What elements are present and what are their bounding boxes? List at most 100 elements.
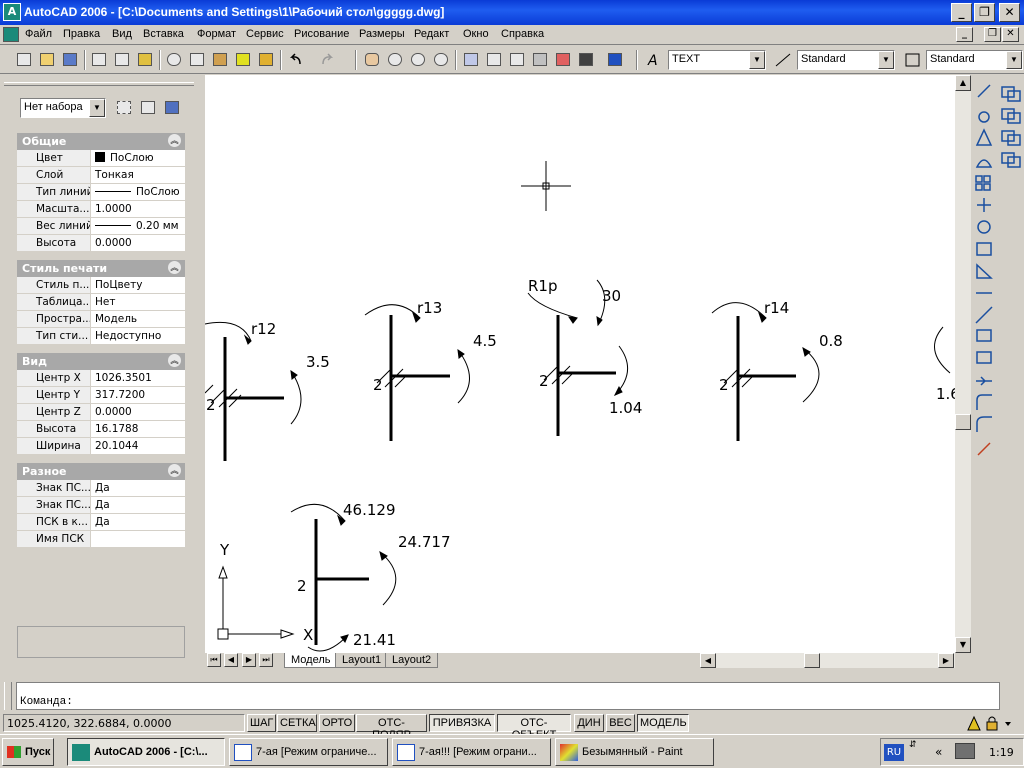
property-row[interactable]: Цвет ПоСлою <box>17 150 185 167</box>
menu-edit[interactable]: Правка <box>63 28 100 40</box>
tab-prev-button[interactable]: ◀ <box>224 653 238 667</box>
scroll-thumb[interactable] <box>955 414 971 430</box>
collapse-icon[interactable]: ︽ <box>168 354 181 367</box>
select-objects-icon[interactable] <box>138 98 158 118</box>
property-row[interactable]: Знак ПС... Да <box>17 497 185 514</box>
property-value[interactable]: 317.7200 <box>92 387 185 403</box>
toggle-dyn[interactable]: ДИН <box>574 714 604 732</box>
property-value[interactable]: ПоСлою <box>92 184 185 200</box>
property-row[interactable]: Таблица... Нет <box>17 294 185 311</box>
task-autocad[interactable]: AutoCAD 2006 - [C:\... <box>67 738 225 766</box>
group-header[interactable]: Стиль печати ︽ <box>17 260 185 277</box>
tray-expand-icon[interactable]: « <box>935 745 942 759</box>
tab-model[interactable]: Модель <box>284 653 338 668</box>
publish-icon[interactable] <box>135 50 155 70</box>
close-button[interactable]: ✕ <box>999 3 1020 22</box>
property-value[interactable]: Модель <box>92 311 185 327</box>
dim-style-icon[interactable] <box>773 50 793 70</box>
toggle-snap[interactable]: ШАГ <box>247 714 276 732</box>
property-row[interactable]: Высота 16.1788 <box>17 421 185 438</box>
property-value[interactable]: 1026.3501 <box>92 370 185 386</box>
property-row[interactable]: Стиль п... ПоЦвету <box>17 277 185 294</box>
tab-layout2[interactable]: Layout2 <box>385 653 439 668</box>
markup-icon[interactable] <box>553 50 573 70</box>
collapse-icon[interactable]: ︽ <box>168 261 181 274</box>
property-value[interactable]: 16.1788 <box>92 421 185 437</box>
doc-restore-button[interactable]: ❐ <box>984 27 1001 42</box>
menu-help[interactable]: Справка <box>501 28 544 40</box>
property-value[interactable]: Да <box>92 514 185 530</box>
property-value[interactable]: Тонкая <box>92 167 185 183</box>
property-row[interactable]: Высота 0.0000 <box>17 235 185 252</box>
menu-view[interactable]: Вид <box>112 28 132 40</box>
task-doc-2[interactable]: 7-ая!!! [Режим ограни... <box>392 738 551 766</box>
copy-icon[interactable] <box>187 50 207 70</box>
property-row[interactable]: Тип сти... Недоступно <box>17 328 185 345</box>
horizontal-scrollbar[interactable]: ◀ ▶ <box>700 653 955 668</box>
property-row[interactable]: Масшта... 1.0000 <box>17 201 185 218</box>
help-icon[interactable] <box>605 50 625 70</box>
language-indicator[interactable]: RU <box>884 744 904 761</box>
doc-close-button[interactable]: ✕ <box>1002 27 1019 42</box>
autocad-icon[interactable]: A <box>3 3 21 21</box>
toggle-ortho[interactable]: ОРТО <box>319 714 355 732</box>
property-row[interactable]: Тип линий ПоСлою <box>17 184 185 201</box>
calculator-icon[interactable] <box>576 50 596 70</box>
menu-modify[interactable]: Редакт <box>414 28 449 40</box>
menu-tools[interactable]: Сервис <box>246 28 284 40</box>
table-style-icon[interactable] <box>903 50 923 70</box>
scroll-down-button[interactable]: ▼ <box>955 637 971 653</box>
property-row[interactable]: Центр Y 317.7200 <box>17 387 185 404</box>
paste-icon[interactable] <box>210 50 230 70</box>
text-style-select[interactable]: TEXT ▼ <box>668 50 766 70</box>
task-doc-1[interactable]: 7-ая [Режим ограниче... <box>229 738 388 766</box>
property-row[interactable]: Знак ПС... Да <box>17 480 185 497</box>
document-icon[interactable] <box>3 27 19 42</box>
monitor-icon[interactable] <box>955 743 975 759</box>
collapse-icon[interactable]: ︽ <box>168 464 181 477</box>
collapse-icon[interactable]: ︽ <box>168 134 181 147</box>
property-value[interactable]: 0.0000 <box>92 404 185 420</box>
status-tray-icons[interactable] <box>965 714 1021 732</box>
toggle-pickadd-icon[interactable] <box>114 98 134 118</box>
menu-file[interactable]: Файл <box>25 28 52 40</box>
property-row[interactable]: Ширина 20.1044 <box>17 438 185 455</box>
cut-icon[interactable] <box>164 50 184 70</box>
selection-select[interactable]: Нет набора ▼ <box>20 98 106 118</box>
match-properties-icon[interactable] <box>233 50 253 70</box>
tab-first-button[interactable]: ⏮ <box>207 653 221 667</box>
scroll-right-button[interactable]: ▶ <box>938 653 954 668</box>
tab-layout1[interactable]: Layout1 <box>335 653 389 668</box>
menu-draw[interactable]: Рисование <box>294 28 349 40</box>
zoom-window-icon[interactable] <box>408 50 428 70</box>
properties-icon[interactable] <box>461 50 481 70</box>
toggle-polar[interactable]: ОТС-ПОЛЯР <box>356 714 427 741</box>
toggle-osnap[interactable]: ПРИВЯЗКА <box>429 714 495 732</box>
menu-format[interactable]: Формат <box>197 28 236 40</box>
undo-icon[interactable] <box>286 50 306 70</box>
toggle-lwt[interactable]: ВЕС <box>606 714 635 732</box>
language-options-icon[interactable]: ⇵ <box>909 740 917 751</box>
property-value[interactable]: 0.20 мм <box>92 218 185 234</box>
open-icon[interactable] <box>37 50 57 70</box>
group-header[interactable]: Общие ︽ <box>17 133 185 150</box>
toggle-model[interactable]: МОДЕЛЬ <box>637 714 689 732</box>
chevron-down-icon[interactable]: ▼ <box>878 51 894 69</box>
group-header[interactable]: Разное ︽ <box>17 463 185 480</box>
scroll-up-button[interactable]: ▲ <box>955 75 971 91</box>
zoom-realtime-icon[interactable] <box>385 50 405 70</box>
menu-dimension[interactable]: Размеры <box>359 28 405 40</box>
property-value[interactable]: 1.0000 <box>92 201 185 217</box>
zoom-previous-icon[interactable] <box>431 50 451 70</box>
tab-last-button[interactable]: ⏭ <box>259 653 273 667</box>
tool-palettes-icon[interactable] <box>507 50 527 70</box>
tab-next-button[interactable]: ▶ <box>242 653 256 667</box>
chevron-down-icon[interactable]: ▼ <box>749 51 765 69</box>
table-style-select[interactable]: Standard ▼ <box>926 50 1023 70</box>
pan-icon[interactable] <box>362 50 382 70</box>
chevron-down-icon[interactable]: ▼ <box>89 99 105 117</box>
property-value[interactable]: 20.1044 <box>92 438 185 454</box>
save-icon[interactable] <box>60 50 80 70</box>
property-row[interactable]: Имя ПСК <box>17 531 185 548</box>
task-paint[interactable]: Безымянный - Paint <box>555 738 714 766</box>
